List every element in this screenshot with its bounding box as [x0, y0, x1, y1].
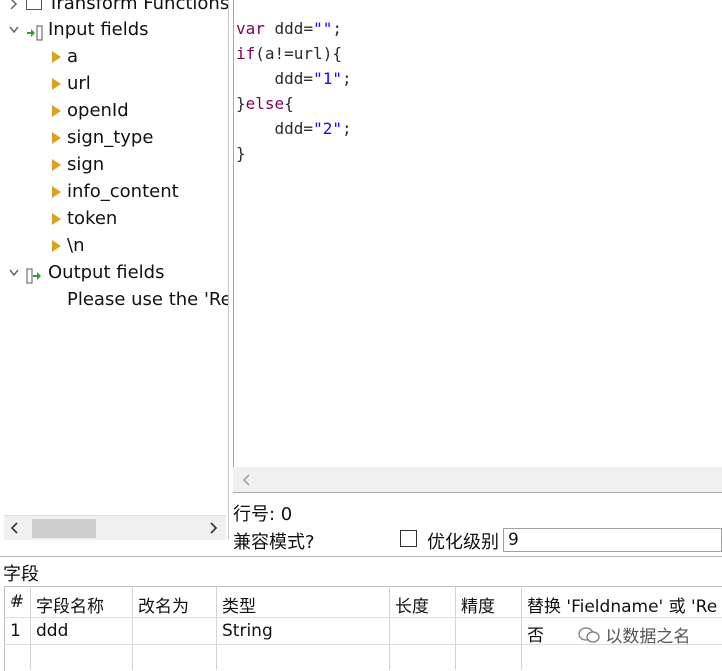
column-header[interactable]: 改名为 [138, 592, 214, 617]
line-number-label: 行号: 0 [233, 504, 293, 525]
optimization-level-label: 优化级别 [427, 532, 499, 553]
column-divider [216, 586, 217, 670]
output-fields-icon [26, 265, 44, 292]
optimization-level-input[interactable]: 9 [503, 528, 722, 552]
wechat-icon [578, 626, 600, 649]
code-line: ddd="1"; [236, 66, 352, 91]
scroll-left-icon[interactable] [242, 471, 252, 493]
code-line: }else{ [236, 91, 294, 116]
compat-mode-label: 兼容模式? [233, 532, 315, 553]
code-token: ; [341, 119, 352, 138]
scroll-right-icon[interactable] [208, 519, 218, 541]
scrollbar-thumb[interactable] [32, 519, 96, 538]
code-token: (a!=url){ [255, 44, 342, 63]
watermark-text: 以数据之名 [605, 627, 691, 647]
sort-indicator-icon [10, 588, 20, 607]
column-header[interactable]: 字段名称 [36, 592, 130, 617]
column-divider [389, 586, 390, 670]
table-cell[interactable]: String [222, 621, 387, 641]
chevron-right-icon[interactable] [8, 0, 20, 17]
expand-arrow-icon[interactable] [52, 78, 61, 90]
function-tree-panel: Transform Functions Input fields a url ope… [0, 0, 229, 540]
fields-section-title: 字段 [3, 564, 39, 585]
code-token: } [236, 94, 246, 113]
section-divider [0, 556, 722, 557]
input-field-label: a [67, 46, 79, 67]
output-hint-text: Please use the 'Replace value 'Fieldname… [67, 289, 228, 310]
input-field-label: info_content [67, 181, 179, 202]
input-field-label: openId [67, 100, 129, 121]
editor-horizontal-scrollbar[interactable] [233, 467, 722, 492]
code-token: ddd= [236, 69, 314, 88]
input-fields-icon [26, 22, 44, 49]
column-divider [521, 586, 522, 670]
code-token: { [284, 94, 294, 113]
code-token: "2" [313, 119, 342, 138]
code-token: ; [341, 69, 352, 88]
code-line: var ddd=""; [236, 16, 342, 41]
scroll-left-icon[interactable] [10, 519, 20, 541]
expand-arrow-icon[interactable] [52, 132, 61, 144]
expand-arrow-icon[interactable] [52, 159, 61, 171]
expand-arrow-icon[interactable] [52, 240, 61, 252]
script-editor[interactable]: var ddd=""; if(a!=url){ ddd="1";}else{ dd… [233, 0, 722, 493]
row-divider [4, 617, 722, 618]
code-token: ddd= [264, 19, 314, 38]
tree-item-label: Input fields [48, 19, 149, 40]
code-token: else [245, 94, 285, 113]
expand-arrow-icon[interactable] [52, 186, 61, 198]
column-divider [30, 586, 31, 670]
tree-item-label: Transform Functions [48, 0, 229, 14]
table-cell[interactable]: 1 [10, 621, 28, 641]
column-header[interactable]: 类型 [222, 592, 387, 617]
column-header[interactable]: 长度 [395, 592, 453, 617]
input-field-label: token [67, 208, 118, 229]
input-field-label: \n [67, 235, 85, 256]
code-token: } [236, 144, 246, 163]
code-token: "" [313, 19, 333, 38]
table-cell[interactable]: ddd [36, 621, 130, 641]
code-token: "1" [313, 69, 342, 88]
input-field-label: sign [67, 154, 105, 175]
tree-horizontal-scrollbar[interactable] [4, 515, 226, 540]
code-token: if [236, 44, 256, 63]
watermark: 以数据之名 [578, 622, 690, 649]
expand-arrow-icon[interactable] [52, 105, 61, 117]
chevron-down-icon[interactable] [8, 259, 20, 286]
column-header[interactable]: 替换 'Fieldname' 或 'Re [527, 592, 720, 617]
code-token: ; [332, 19, 342, 38]
input-field-label: url [67, 73, 91, 94]
code-token: ddd= [236, 119, 314, 138]
code-line: if(a!=url){ [236, 41, 342, 66]
expand-arrow-icon[interactable] [52, 213, 61, 225]
chevron-down-icon[interactable] [8, 16, 20, 43]
input-field-label: sign_type [67, 127, 154, 148]
folder-icon [26, 0, 42, 10]
column-header[interactable]: 精度 [461, 592, 519, 617]
expand-arrow-icon[interactable] [52, 51, 61, 63]
tree-item-label: Output fields [48, 262, 165, 283]
code-line: } [236, 141, 246, 166]
compat-mode-checkbox[interactable] [400, 530, 417, 547]
code-token: var [236, 19, 265, 38]
code-line: ddd="2"; [236, 116, 352, 141]
column-divider [455, 586, 456, 670]
column-divider [132, 586, 133, 670]
